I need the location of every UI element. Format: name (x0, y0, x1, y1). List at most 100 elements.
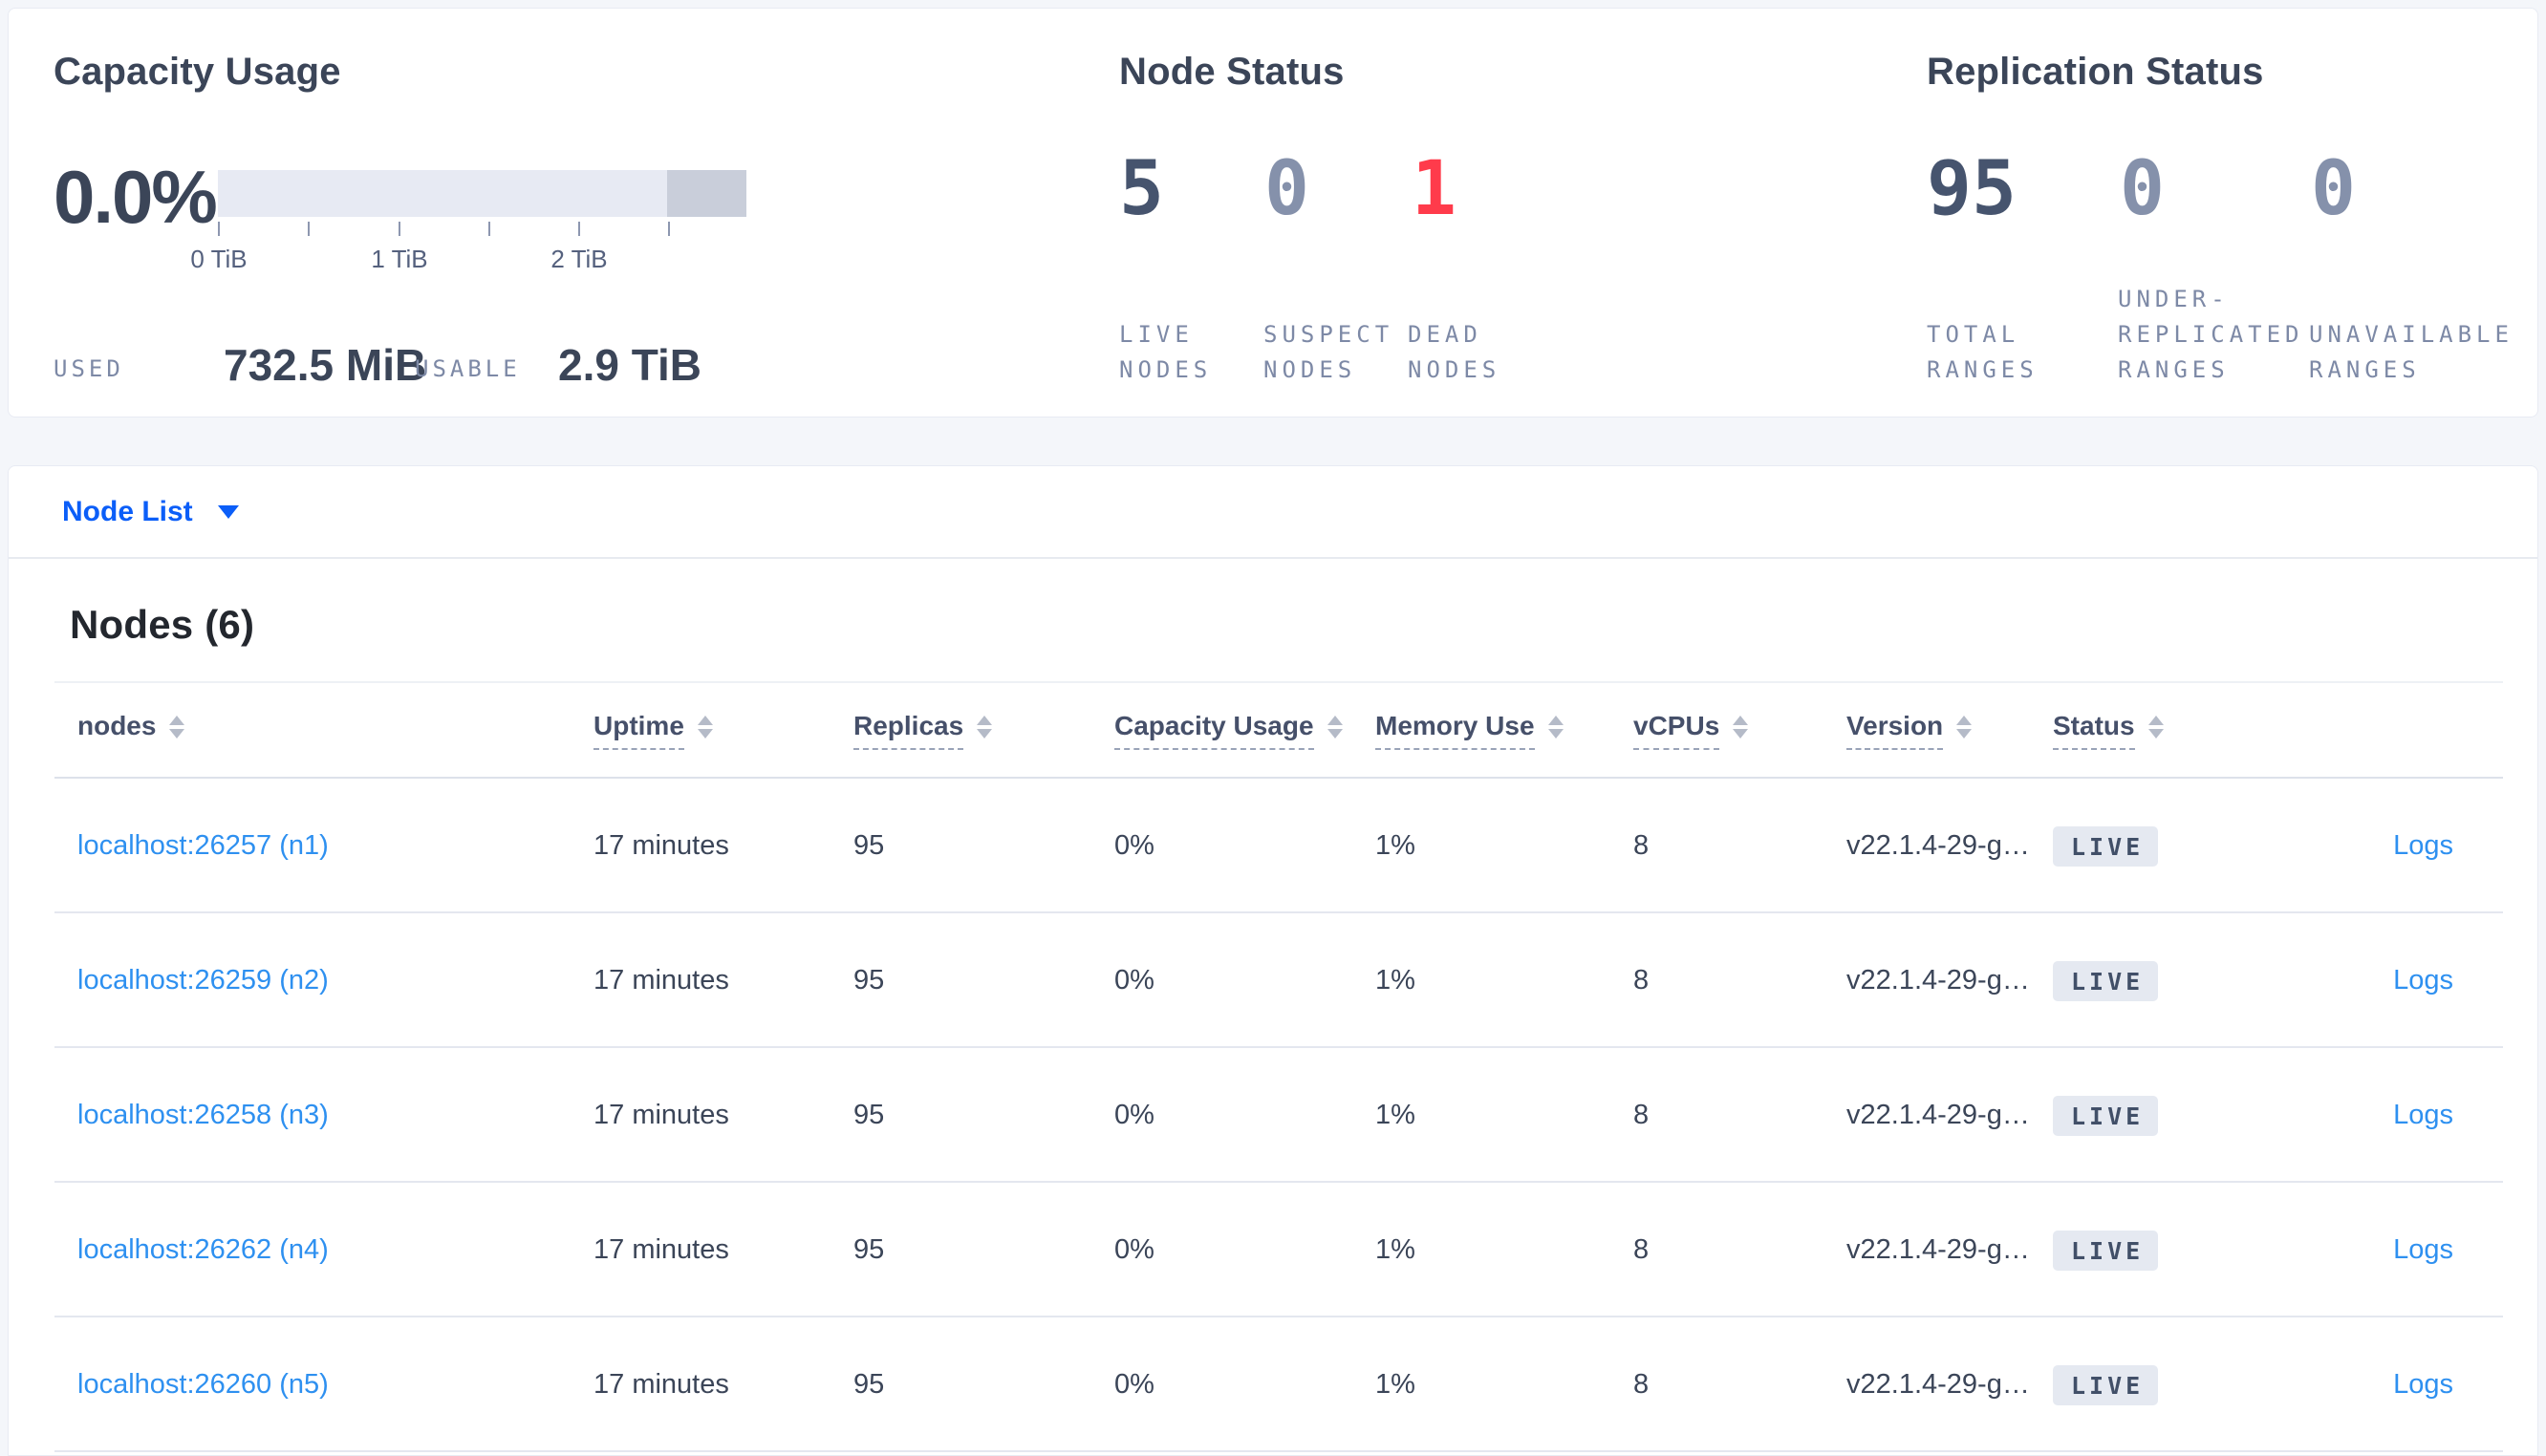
axis-tick (668, 222, 670, 236)
status-badge: LIVE (2053, 1230, 2159, 1271)
dead-nodes-value: 1 (1412, 146, 1456, 232)
node-link[interactable]: localhost:26260 (n5) (77, 1369, 593, 1401)
dead-nodes-label: DEAD NODES (1408, 321, 1501, 383)
node-link[interactable]: localhost:26257 (n1) (77, 830, 593, 862)
status-cell: LIVE (2053, 960, 2234, 1001)
version-cell: v22.1.4-29-g… (1846, 1369, 2030, 1400)
axis-tick (308, 222, 310, 236)
replicas-cell: 95 (853, 1369, 885, 1400)
version-cell: v22.1.4-29-g… (1846, 965, 2030, 996)
status-badge: LIVE (2053, 1095, 2159, 1136)
replicas-cell: 95 (853, 1100, 885, 1130)
status-badge: LIVE (2053, 825, 2159, 867)
sort-icon[interactable] (2147, 716, 2164, 739)
usable-value: 2.9 TiB (558, 340, 701, 390)
logs-link[interactable]: Logs (2393, 965, 2537, 996)
axis-tick-label: 1 TiB (371, 245, 428, 273)
vcpus-cell: 8 (1633, 830, 1650, 861)
used-label: USED (54, 355, 124, 382)
memory-cell: 1% (1375, 1234, 1415, 1265)
table-row: localhost:26260 (n5) 17 minutes 95 0% 1%… (9, 1317, 2537, 1452)
memory-cell: 1% (1375, 965, 1415, 996)
capacity-percent-value: 0.0% (54, 155, 218, 239)
vcpus-cell: 8 (1633, 1369, 1650, 1400)
node-status-title: Node Status (1119, 51, 1345, 93)
used-value: 732.5 MiB (224, 340, 427, 390)
axis-tick (218, 222, 220, 236)
status-badge: LIVE (2053, 1364, 2159, 1405)
memory-cell: 1% (1375, 1369, 1415, 1400)
column-header-version[interactable]: Version (1846, 711, 2053, 750)
version-cell: v22.1.4-29-g… (1846, 1100, 2030, 1130)
node-list-dropdown[interactable]: Node List (9, 466, 2537, 559)
under-replicated-ranges-label: UNDER- REPLICATED RANGES (2118, 286, 2304, 383)
nodes-table-header: nodes Uptime Replicas Capacity Usage Mem… (9, 683, 2537, 777)
node-link[interactable]: localhost:26258 (n3) (77, 1100, 593, 1131)
unavailable-ranges-value: 0 (2311, 146, 2356, 232)
capacity-usage-panel: Capacity Usage 0.0% 0 TiB 1 TiB 2 TiB US… (54, 9, 1105, 417)
vcpus-cell: 8 (1633, 1234, 1650, 1265)
table-row: localhost:26258 (n3) 17 minutes 95 0% 1%… (9, 1048, 2537, 1183)
logs-link[interactable]: Logs (2393, 830, 2537, 862)
logs-link[interactable]: Logs (2393, 1369, 2537, 1401)
capacity-cell: 0% (1114, 830, 1154, 861)
version-cell: v22.1.4-29-g… (1846, 830, 2030, 861)
uptime-cell: 17 minutes (593, 965, 729, 996)
sort-icon[interactable] (977, 716, 993, 739)
total-ranges-value: 95 (1927, 146, 2017, 232)
status-badge: LIVE (2053, 960, 2159, 1001)
table-row: localhost:26262 (n4) 17 minutes 95 0% 1%… (9, 1183, 2537, 1317)
status-cell: LIVE (2053, 1364, 2234, 1405)
capacity-bar (218, 170, 746, 217)
replicas-cell: 95 (853, 1234, 885, 1265)
capacity-cell: 0% (1114, 1234, 1154, 1265)
total-ranges-label: TOTAL RANGES (1927, 321, 2039, 383)
live-nodes-label: LIVE NODES (1119, 321, 1213, 383)
status-cell: LIVE (2053, 825, 2234, 867)
column-header-memory-use[interactable]: Memory Use (1375, 711, 1633, 750)
capacity-cell: 0% (1114, 1100, 1154, 1130)
axis-tick (488, 222, 490, 236)
cluster-summary-card: Capacity Usage 0.0% 0 TiB 1 TiB 2 TiB US… (8, 8, 2538, 418)
axis-tick-label: 0 TiB (190, 245, 248, 273)
column-header-status[interactable]: Status (2053, 711, 2234, 750)
node-link[interactable]: localhost:26262 (n4) (77, 1234, 593, 1266)
replication-status-panel: Replication Status 95 0 0 TOTAL RANGES U… (1919, 9, 2538, 417)
node-list-dropdown-label[interactable]: Node List (62, 496, 193, 528)
column-header-uptime[interactable]: Uptime (593, 711, 853, 750)
sort-icon[interactable] (1547, 716, 1564, 739)
table-row: localhost:26257 (n1) 17 minutes 95 0% 1%… (9, 779, 2537, 913)
sort-icon[interactable] (1327, 716, 1343, 739)
nodes-section-title: Nodes (6) (70, 602, 255, 647)
sort-icon[interactable] (169, 716, 185, 739)
node-link[interactable]: localhost:26259 (n2) (77, 965, 593, 996)
column-header-capacity-usage[interactable]: Capacity Usage (1114, 711, 1375, 750)
sort-icon[interactable] (1956, 716, 1973, 739)
sort-icon[interactable] (697, 716, 713, 739)
under-replicated-ranges-value: 0 (2120, 146, 2165, 232)
capacity-usage-title: Capacity Usage (54, 51, 341, 93)
nodes-table-body: localhost:26257 (n1) 17 minutes 95 0% 1%… (9, 779, 2537, 1452)
unavailable-ranges-label: UNAVAILABLE RANGES (2309, 321, 2514, 383)
node-list-card: Node List Nodes (6) nodes Uptime Replica… (8, 465, 2538, 1456)
memory-cell: 1% (1375, 1100, 1415, 1130)
vcpus-cell: 8 (1633, 965, 1650, 996)
usable-label: USABLE (415, 355, 521, 382)
capacity-cell: 0% (1114, 965, 1154, 996)
vcpus-cell: 8 (1633, 1100, 1650, 1130)
capacity-usage-summary: USED 732.5 MiB USABLE 2.9 TiB (54, 339, 1105, 396)
chevron-down-icon (217, 504, 239, 519)
uptime-cell: 17 minutes (593, 1234, 729, 1265)
replication-status-title: Replication Status (1927, 51, 2264, 93)
column-header-vcpus[interactable]: vCPUs (1633, 711, 1846, 750)
logs-link[interactable]: Logs (2393, 1100, 2537, 1131)
sort-icon[interactable] (1733, 716, 1749, 739)
uptime-cell: 17 minutes (593, 830, 729, 861)
capacity-bar-reserved-segment (667, 170, 746, 217)
column-header-replicas[interactable]: Replicas (853, 711, 1114, 750)
logs-link[interactable]: Logs (2393, 1234, 2537, 1266)
column-header-nodes[interactable]: nodes (77, 711, 593, 750)
capacity-axis-ticks (218, 222, 746, 237)
memory-cell: 1% (1375, 830, 1415, 861)
axis-tick-label: 2 TiB (550, 245, 608, 273)
